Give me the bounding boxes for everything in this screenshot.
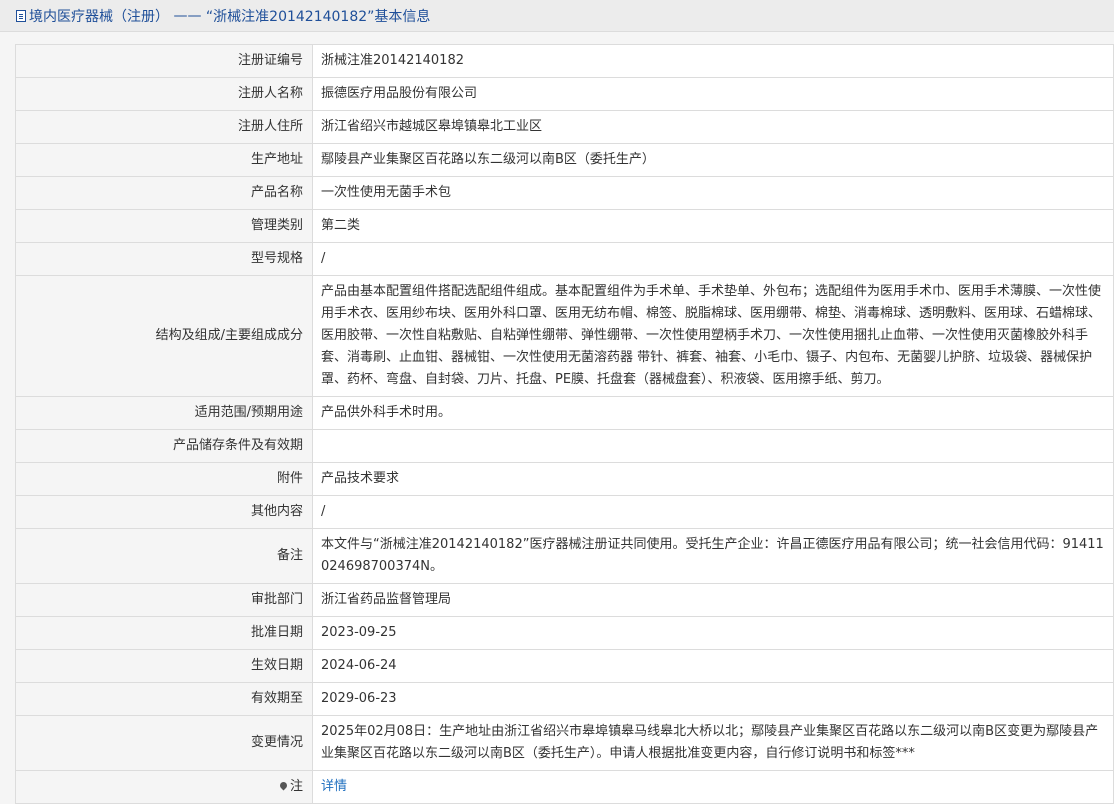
field-label: 注册证编号 — [15, 44, 313, 78]
table-row: 注册人名称 振德医疗用品股份有限公司 — [15, 77, 1114, 111]
table-row: 备注 本文件与“浙械注准20142140182”医疗器械注册证共同使用。受托生产… — [15, 528, 1114, 584]
field-value: 2024-06-24 — [312, 649, 1114, 683]
field-value: 本文件与“浙械注准20142140182”医疗器械注册证共同使用。受托生产企业：… — [312, 528, 1114, 584]
field-label: 结构及组成/主要组成成分 — [15, 275, 313, 397]
note-value-cell: 详情 — [312, 770, 1114, 804]
table-row: 审批部门 浙江省药品监督管理局 — [15, 583, 1114, 617]
table-row: 产品名称 一次性使用无菌手术包 — [15, 176, 1114, 210]
field-value — [312, 429, 1114, 463]
field-label: 产品储存条件及有效期 — [15, 429, 313, 463]
field-value: 2023-09-25 — [312, 616, 1114, 650]
table-row: 产品储存条件及有效期 — [15, 429, 1114, 463]
table-row: 其他内容 / — [15, 495, 1114, 529]
field-label: 批准日期 — [15, 616, 313, 650]
table-row: 注册证编号 浙械注准20142140182 — [15, 44, 1114, 78]
field-value: 振德医疗用品股份有限公司 — [312, 77, 1114, 111]
field-label: 审批部门 — [15, 583, 313, 617]
detail-panel: 注册证编号 浙械注准20142140182 注册人名称 振德医疗用品股份有限公司… — [15, 44, 1114, 804]
table-row: 结构及组成/主要组成成分 产品由基本配置组件搭配选配组件组成。基本配置组件为手术… — [15, 275, 1114, 397]
field-value: 第二类 — [312, 209, 1114, 243]
table-row: 生产地址 鄢陵县产业集聚区百花路以东二级河以南B区（委托生产） — [15, 143, 1114, 177]
table-row: 生效日期 2024-06-24 — [15, 649, 1114, 683]
field-label: 适用范围/预期用途 — [15, 396, 313, 430]
field-value: / — [312, 495, 1114, 529]
field-value: 2025年02月08日：生产地址由浙江省绍兴市皋埠镇皋马线皋北大桥以北；鄢陵县产… — [312, 715, 1114, 771]
pin-icon — [278, 780, 289, 791]
table-row: 有效期至 2029-06-23 — [15, 682, 1114, 716]
field-value: 浙江省绍兴市越城区皋埠镇皋北工业区 — [312, 110, 1114, 144]
note-row: 注 详情 — [15, 770, 1114, 804]
title-category: 境内医疗器械（注册） — [29, 8, 169, 25]
field-label: 其他内容 — [15, 495, 313, 529]
note-label-cell: 注 — [15, 770, 313, 804]
field-value: 浙械注准20142140182 — [312, 44, 1114, 78]
field-label: 备注 — [15, 528, 313, 584]
table-row: 变更情况 2025年02月08日：生产地址由浙江省绍兴市皋埠镇皋马线皋北大桥以北… — [15, 715, 1114, 771]
field-label: 附件 — [15, 462, 313, 496]
field-value: 2029-06-23 — [312, 682, 1114, 716]
field-value: 一次性使用无菌手术包 — [312, 176, 1114, 210]
table-row: 型号规格 / — [15, 242, 1114, 276]
table-row: 注册人住所 浙江省绍兴市越城区皋埠镇皋北工业区 — [15, 110, 1114, 144]
table-row: 批准日期 2023-09-25 — [15, 616, 1114, 650]
field-value: 浙江省药品监督管理局 — [312, 583, 1114, 617]
title-record: “浙械注准20142140182”基本信息 — [205, 8, 431, 25]
field-label: 注册人住所 — [15, 110, 313, 144]
detail-table: 注册证编号 浙械注准20142140182 注册人名称 振德医疗用品股份有限公司… — [15, 44, 1114, 804]
note-label: 注 — [289, 779, 303, 794]
field-value: 产品由基本配置组件搭配选配组件组成。基本配置组件为手术单、手术垫单、外包布；选配… — [312, 275, 1114, 397]
field-label: 产品名称 — [15, 176, 313, 210]
field-value: 鄢陵县产业集聚区百花路以东二级河以南B区（委托生产） — [312, 143, 1114, 177]
field-label: 变更情况 — [15, 715, 313, 771]
field-value: 产品供外科手术时用。 — [312, 396, 1114, 430]
page-title: 境内医疗器械（注册） —— “浙械注准20142140182”基本信息 — [0, 0, 1114, 32]
field-label: 管理类别 — [15, 209, 313, 243]
table-row: 管理类别 第二类 — [15, 209, 1114, 243]
field-value: / — [312, 242, 1114, 276]
title-separator: —— — [169, 7, 206, 24]
field-label: 生产地址 — [15, 143, 313, 177]
field-value: 产品技术要求 — [312, 462, 1114, 496]
field-label: 型号规格 — [15, 242, 313, 276]
table-row: 适用范围/预期用途 产品供外科手术时用。 — [15, 396, 1114, 430]
document-icon — [16, 9, 26, 22]
field-label: 生效日期 — [15, 649, 313, 683]
field-label: 注册人名称 — [15, 77, 313, 111]
details-link[interactable]: 详情 — [321, 779, 347, 794]
field-label: 有效期至 — [15, 682, 313, 716]
table-row: 附件 产品技术要求 — [15, 462, 1114, 496]
